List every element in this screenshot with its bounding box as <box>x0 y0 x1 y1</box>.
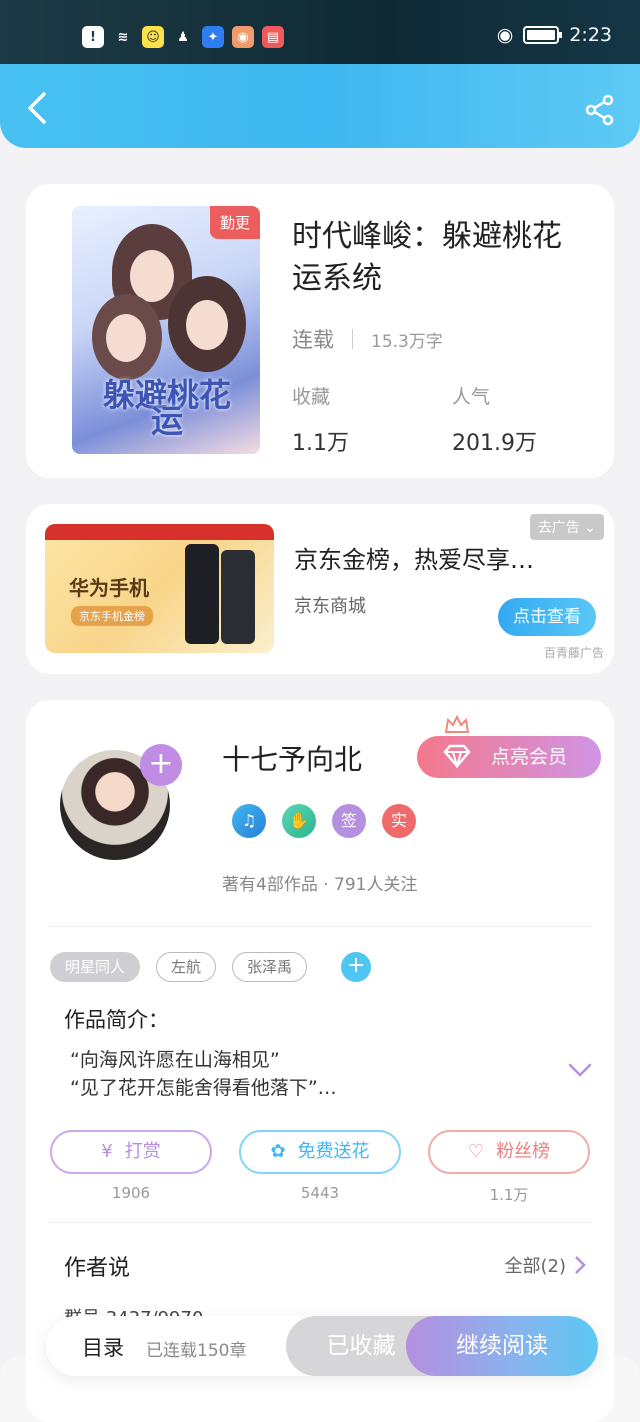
fans-count: 1.1万 <box>489 1186 529 1204</box>
phone-image <box>185 544 219 644</box>
diamond-icon <box>443 744 471 768</box>
battery-icon <box>523 26 563 44</box>
eye-icon: ◉ <box>496 24 514 46</box>
ad-image[interactable]: 华为手机 京东手机金榜 <box>45 524 274 653</box>
update-badge: 勤更 <box>209 206 260 239</box>
vip-button[interactable]: 点亮会员 <box>417 736 601 778</box>
intro-line: “向海风许愿在山海相见” <box>70 1049 280 1071</box>
user-heart-icon: ♡ <box>467 1141 485 1162</box>
book-info-card: 躲避桃花运 勤更 时代峰峻：躲避桃花运系统 连载 15.3万字 收藏 1.1万 … <box>26 184 614 478</box>
intro-line: “见了花开怎能舍得看他落下”… <box>70 1077 337 1099</box>
handshake-badge-icon[interactable]: ✋ <box>282 804 316 838</box>
qq-icon: ♟ <box>177 29 189 45</box>
ad-title: 京东金榜，热爱尽享… <box>294 546 534 574</box>
word-count: 15.3万字 <box>371 331 443 352</box>
tag-item[interactable]: 左航 <box>156 952 217 982</box>
vip-button-label: 点亮会员 <box>491 746 568 768</box>
continue-reading-button[interactable]: 继续阅读 <box>406 1316 598 1376</box>
author-stats: 著有4部作品 · 791人关注 <box>222 875 418 895</box>
divider <box>352 329 353 349</box>
cover-title-art: 躲避桃花运 <box>102 376 231 440</box>
ad-image-sub: 京东手机金榜 <box>71 606 153 626</box>
app-icon: ☺ <box>142 26 164 48</box>
bottom-bar: 目录 已连载150章 已收藏 继续阅读 <box>46 1316 598 1376</box>
tip-count: 1906 <box>111 1184 151 1202</box>
add-tag-icon[interactable]: + <box>341 952 372 982</box>
notification-icons: ! ≋ ☺ ♟ ✦ ◉ ▤ <box>82 26 284 48</box>
book-cover[interactable]: 躲避桃花运 勤更 <box>72 206 260 454</box>
free-flower-button[interactable]: ✿ 免费送花 <box>239 1130 401 1174</box>
verified-badge[interactable]: 实 <box>382 804 416 838</box>
popularity-stat: 人气 201.9万 <box>452 382 537 457</box>
action-row: ¥ 打赏 1906 ✿ 免费送花 5443 ♡ 粉丝榜 1.1万 <box>50 1130 590 1205</box>
ad-card[interactable]: 华为手机 京东手机金榜 去广告 ⌄ 京东金榜，热爱尽享… 京东商城 点击查看 百… <box>26 504 614 674</box>
flower-count: 5443 <box>300 1184 340 1202</box>
remove-ad-button[interactable]: 去广告 ⌄ <box>529 514 604 540</box>
book-app-icon: ▤ <box>262 26 284 48</box>
collect-label: 收藏 <box>292 386 331 408</box>
author-name[interactable]: 十七予向北 <box>222 738 362 778</box>
phone-image <box>221 550 255 644</box>
author-card: + 十七予向北 点亮会员 ♫ ✋ 签 实 著有4部作品 · 791人关注 明星同… <box>26 700 614 1422</box>
chevron-down-icon[interactable] <box>568 1062 592 1078</box>
status-time: 2:23 <box>569 24 612 46</box>
sign-badge[interactable]: 签 <box>332 804 366 838</box>
author-badges: ♫ ✋ 签 实 <box>232 804 416 838</box>
yen-icon: ¥ <box>101 1141 113 1162</box>
crown-icon <box>444 714 470 733</box>
intro-heading: 作品简介： <box>64 1008 169 1032</box>
divider <box>48 926 592 927</box>
collect-value: 1.1万 <box>292 431 349 456</box>
popularity-value: 201.9万 <box>452 431 537 456</box>
ad-source: 京东商城 <box>294 596 366 617</box>
bulb-icon: ✦ <box>202 26 224 48</box>
ad-provider: 百青藤广告 <box>543 646 604 660</box>
book-title: 时代峰峻：躲避桃花运系统 <box>292 219 562 296</box>
flower-action: ✿ 免费送花 5443 <box>239 1130 401 1205</box>
popularity-label: 人气 <box>452 386 491 408</box>
author-says-heading: 作者说 <box>64 1256 131 1281</box>
chevron-right-icon <box>575 1256 586 1274</box>
tag-item[interactable]: 明星同人 <box>50 952 141 982</box>
ad-view-button[interactable]: 点击查看 <box>498 598 596 636</box>
divider <box>48 1222 592 1223</box>
fans-action: ♡ 粉丝榜 1.1万 <box>428 1130 590 1205</box>
share-icon[interactable] <box>584 94 616 126</box>
alert-icon: ! <box>82 26 104 48</box>
serial-status: 连载 <box>292 328 334 352</box>
book-meta: 连载 15.3万字 <box>292 324 443 354</box>
tag-item[interactable]: 张泽禹 <box>232 952 308 982</box>
collect-stat: 收藏 1.1万 <box>292 382 349 457</box>
author-says-all-link[interactable]: 全部(2) <box>505 1252 587 1278</box>
tip-action: ¥ 打赏 1906 <box>50 1130 212 1205</box>
status-bar: ! ≋ ☺ ♟ ✦ ◉ ▤ ◉ 2:23 <box>0 0 640 64</box>
ad-image-title: 华为手机 <box>69 576 149 600</box>
intro-text[interactable]: “向海风许愿在山海相见” “见了花开怎能舍得看他落下”… <box>70 1046 337 1102</box>
wifi-icon: ≋ <box>117 29 129 45</box>
toc-button[interactable]: 目录 <box>82 1332 124 1362</box>
top-bar <box>0 64 640 148</box>
follow-plus-icon[interactable]: + <box>140 744 182 786</box>
tip-button[interactable]: ¥ 打赏 <box>50 1130 212 1174</box>
back-icon[interactable] <box>22 90 52 126</box>
music-badge-icon[interactable]: ♫ <box>232 804 266 838</box>
camera-icon: ◉ <box>232 26 254 48</box>
chapter-count: 已连载150章 <box>146 1341 247 1361</box>
tag-list: 明星同人 左航 张泽禹 + <box>50 952 372 982</box>
flower-icon: ✿ <box>270 1141 286 1162</box>
fans-rank-button[interactable]: ♡ 粉丝榜 <box>428 1130 590 1174</box>
